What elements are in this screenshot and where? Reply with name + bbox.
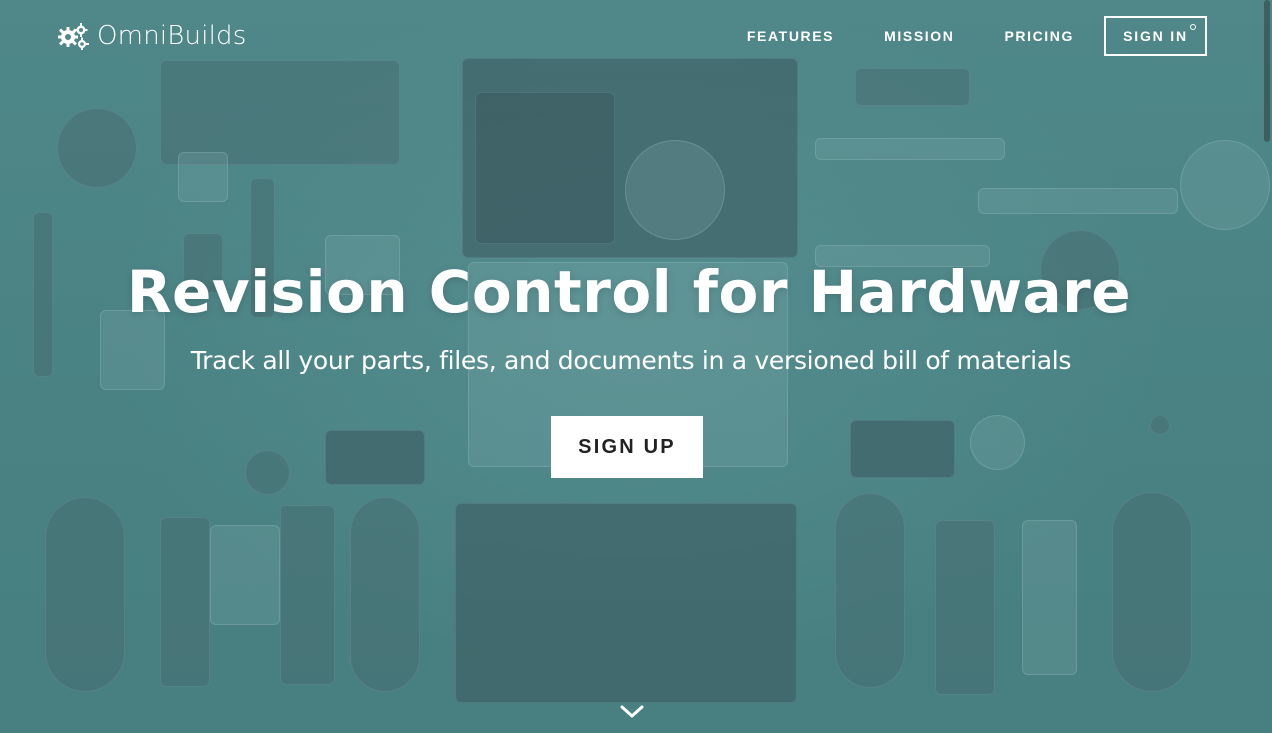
hero-subheadline: Track all your parts, files, and documen… [190,346,1072,375]
brand-name: OmniBuilds [97,21,247,51]
sign-up-button[interactable]: SIGN UP [551,416,703,478]
sign-in-button[interactable]: SIGN IN [1104,16,1207,56]
status-dot-icon [1190,24,1196,30]
gears-icon [57,22,89,50]
page-scrollbar[interactable] [1264,0,1270,142]
nav-link-mission[interactable]: MISSION [884,28,954,44]
nav-link-pricing[interactable]: PRICING [1004,28,1074,44]
chevron-down-icon[interactable] [619,703,645,721]
brand-logo[interactable]: OmniBuilds [57,20,247,52]
top-nav: FEATURES MISSION PRICING SIGN IN [747,16,1207,56]
nav-link-features[interactable]: FEATURES [747,28,834,44]
hero-headline: Revision Control for Hardware [126,258,1132,326]
